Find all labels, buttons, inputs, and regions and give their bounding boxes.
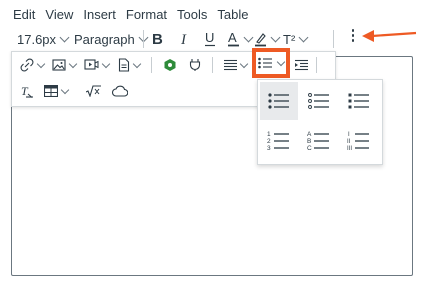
menu-tools[interactable]: Tools <box>172 7 212 22</box>
svg-text:T: T <box>21 84 29 98</box>
bold-icon: B <box>152 32 163 46</box>
toolbar-divider <box>151 57 152 73</box>
image-button[interactable] <box>52 54 78 76</box>
alpha-list-icon: A B C <box>307 131 329 152</box>
list-marker-label: 2 <box>267 138 271 145</box>
list-marker-label: II <box>347 139 351 145</box>
media-button[interactable] <box>84 54 111 76</box>
svg-text:I: I <box>180 32 187 46</box>
text-color-icon: A <box>228 31 239 47</box>
indent-button[interactable] <box>295 54 308 76</box>
text-color-button[interactable]: A <box>228 28 254 50</box>
menu-format[interactable]: Format <box>121 7 172 22</box>
toolbar-divider <box>316 57 317 73</box>
font-size-value: 17.6px <box>17 31 57 47</box>
list-marker-label: A <box>307 131 312 138</box>
list-marker-label: III <box>347 146 352 152</box>
toolbar-divider <box>212 57 213 73</box>
svg-text:A: A <box>228 31 237 45</box>
superscript-button[interactable]: T² <box>283 28 309 50</box>
table-button[interactable] <box>44 80 70 102</box>
document-button[interactable] <box>118 54 142 76</box>
link-button[interactable] <box>20 54 46 76</box>
chevron-down-icon <box>276 57 286 66</box>
menu-table[interactable]: Table <box>212 7 253 22</box>
chevron-down-icon <box>298 32 309 42</box>
list-style-default-disc[interactable] <box>260 82 298 120</box>
align-left-icon <box>224 59 237 71</box>
apps-plugin-icon <box>164 59 176 71</box>
align-button[interactable] <box>224 54 249 76</box>
image-icon <box>52 59 66 71</box>
link-icon <box>20 58 34 72</box>
chevron-down-icon <box>59 32 70 42</box>
clear-formatting-icon: T <box>21 84 33 98</box>
clear-formatting-button[interactable]: T <box>20 80 34 102</box>
chevron-down-icon <box>243 32 254 42</box>
table-icon <box>44 85 58 97</box>
block-format-value: Paragraph <box>74 31 135 47</box>
highlight-color-button[interactable] <box>255 28 281 50</box>
list-style-circle[interactable] <box>300 82 338 120</box>
font-size-select[interactable]: 17.6px <box>17 28 70 50</box>
svg-text:U: U <box>205 31 214 45</box>
menu-edit[interactable]: Edit <box>0 7 40 22</box>
list-marker-label: B <box>307 138 311 145</box>
chevron-down-icon <box>270 32 281 42</box>
bullet-list-icon <box>258 57 272 69</box>
list-style-square[interactable] <box>340 82 378 120</box>
list-marker-label: I <box>348 132 350 138</box>
bullet-circle-icon <box>308 93 329 109</box>
document-icon <box>118 58 130 72</box>
block-format-select[interactable]: Paragraph <box>74 28 149 50</box>
indent-icon <box>295 59 308 71</box>
bullet-disc-icon <box>268 93 289 109</box>
toolbar-divider <box>333 30 334 48</box>
bold-button[interactable]: B <box>152 28 164 50</box>
underline-icon: U <box>205 31 215 47</box>
highlighter-icon <box>255 33 266 47</box>
list-marker-label: C <box>307 145 312 152</box>
media-icon <box>84 59 99 70</box>
superscript-icon: T² <box>283 31 296 47</box>
apps-button[interactable] <box>163 54 177 76</box>
bullet-list-button[interactable] <box>252 48 290 78</box>
bullet-square-icon <box>348 93 369 109</box>
plug-icon <box>189 59 201 71</box>
list-marker-label: 3 <box>267 145 271 152</box>
more-options-icon[interactable] <box>350 29 356 45</box>
numbered-list-icon: 1 2 3 <box>267 131 289 152</box>
list-style-upper-alpha[interactable]: A B C <box>300 122 338 160</box>
list-style-upper-roman[interactable]: I II III <box>340 122 378 160</box>
italic-button[interactable]: I <box>180 28 192 50</box>
arrow-annotation-icon <box>362 30 417 42</box>
list-marker-label: 1 <box>267 131 271 138</box>
menu-insert[interactable]: Insert <box>78 7 121 22</box>
list-style-menu: 1 2 3 A B C I II III <box>257 79 383 165</box>
roman-list-icon: I II III <box>347 132 369 152</box>
underline-button[interactable]: U <box>204 28 216 50</box>
list-style-decimal[interactable]: 1 2 3 <box>260 122 298 160</box>
plugin-button[interactable] <box>188 54 202 76</box>
menu-view[interactable]: View <box>40 7 78 22</box>
cloud-icon <box>112 85 128 97</box>
svg-text:B: B <box>152 32 163 46</box>
italic-icon: I <box>180 32 187 46</box>
cloud-upload-button[interactable] <box>112 80 128 102</box>
primary-toolbar: 17.6px Paragraph B I U A T² <box>10 28 350 50</box>
toolbar-divider <box>143 30 144 48</box>
equation-button[interactable] <box>86 80 101 102</box>
menubar: Edit View Insert Format Tools Table <box>0 0 253 28</box>
square-root-icon <box>86 85 101 97</box>
